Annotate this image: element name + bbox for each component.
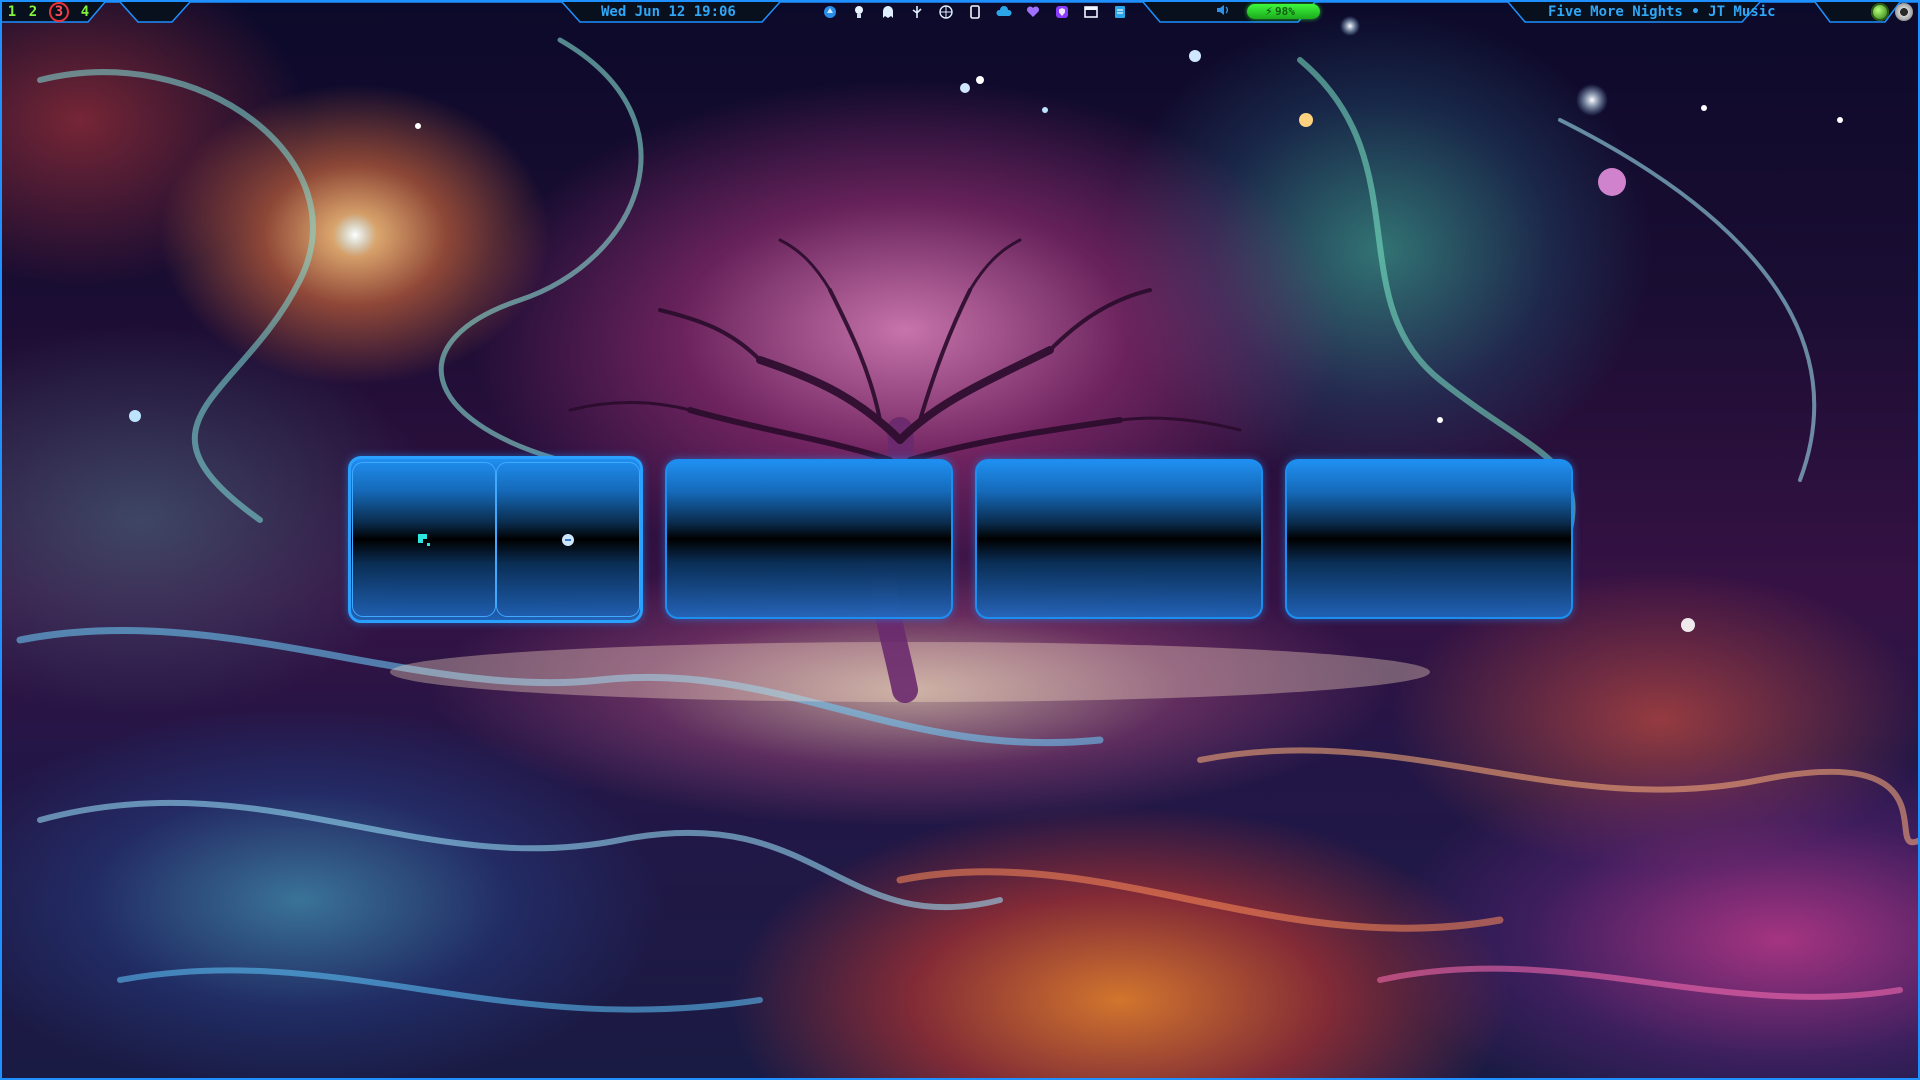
- cosmic-tree-artwork: [16, 16, 1920, 1013]
- hand-icon[interactable]: [820, 3, 839, 21]
- workspace-preview-4[interactable]: [1285, 459, 1573, 619]
- workspace-button-3[interactable]: 3: [48, 2, 70, 22]
- phone-icon[interactable]: [965, 3, 984, 21]
- shield-icon[interactable]: [1052, 3, 1071, 21]
- bulb-icon[interactable]: [849, 3, 868, 21]
- chat-app-icon: [562, 533, 574, 546]
- speaker-icon[interactable]: [1216, 3, 1234, 21]
- workspace-button-1[interactable]: 1: [1, 2, 23, 22]
- workspace-button-2[interactable]: 2: [22, 2, 44, 22]
- workspace-preview-2[interactable]: [665, 459, 953, 619]
- document-icon[interactable]: [1110, 3, 1129, 21]
- cloud-icon[interactable]: [994, 3, 1013, 21]
- heart-icon[interactable]: [1023, 3, 1042, 21]
- battery-charging-icon: ⚡: [1265, 5, 1273, 18]
- window-preview-terminal[interactable]: [352, 462, 496, 617]
- workspace-button-4[interactable]: 4: [74, 2, 96, 22]
- desktop-wallpaper: [0, 0, 1920, 1080]
- app-green-icon[interactable]: [1871, 3, 1889, 21]
- workspace-preview-1[interactable]: [348, 456, 643, 623]
- network-globe-icon[interactable]: [936, 3, 955, 21]
- top-panel: 1 2 3 4 Wed Jun 12 19:06 ⚡ 98% Five More…: [0, 0, 1920, 24]
- clock[interactable]: Wed Jun 12 19:06: [601, 3, 736, 21]
- workspace-preview-3[interactable]: [975, 459, 1263, 619]
- window-icon[interactable]: [1081, 3, 1100, 21]
- battery-percent: 98%: [1275, 5, 1295, 18]
- usb-icon[interactable]: [907, 3, 926, 21]
- settings-icon[interactable]: [1895, 3, 1913, 21]
- window-preview-chat[interactable]: [496, 462, 640, 617]
- ghost-icon[interactable]: [878, 3, 897, 21]
- terminal-app-icon: [418, 533, 430, 546]
- now-playing[interactable]: Five More Nights • JT Music: [1548, 3, 1776, 21]
- battery-indicator[interactable]: ⚡ 98%: [1247, 4, 1320, 19]
- system-tray: [820, 3, 1129, 21]
